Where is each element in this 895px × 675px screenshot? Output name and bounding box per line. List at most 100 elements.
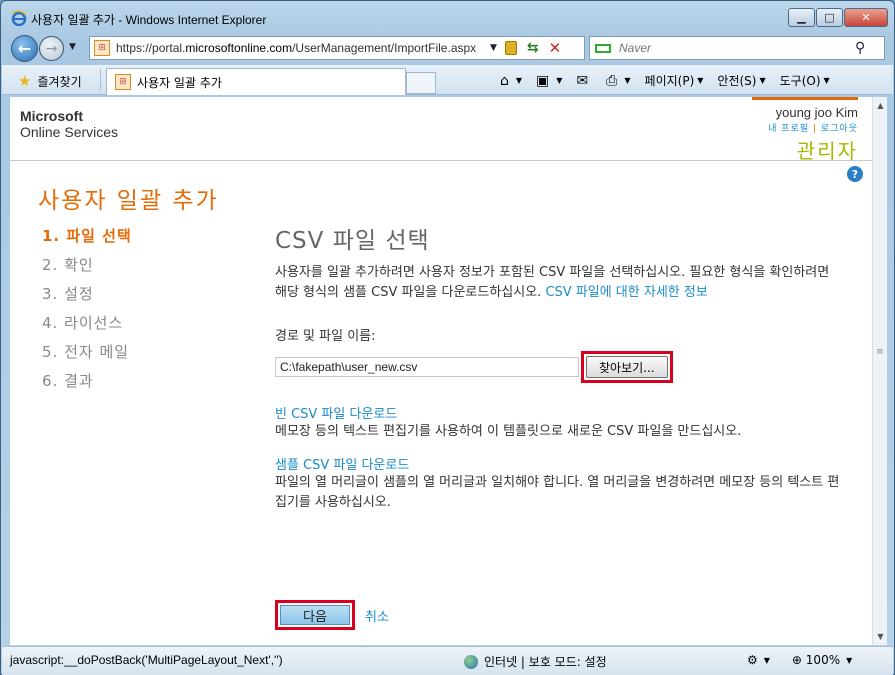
search-input[interactable] [619, 41, 849, 55]
address-dropdown[interactable]: ▼ [490, 43, 497, 53]
chevron-down-icon: ▼ [759, 76, 766, 85]
new-tab-button[interactable] [406, 72, 436, 94]
path-label: 경로 및 파일 이름: [275, 329, 376, 344]
stop-icon[interactable]: ✕ [549, 39, 562, 57]
rss-icon: ▣ [536, 72, 550, 89]
page-menu[interactable]: 페이지(P) ▼ [645, 72, 704, 89]
help-icon[interactable]: ? [847, 166, 863, 182]
scroll-up-icon[interactable]: ▲ [875, 101, 886, 110]
tools-menu[interactable]: 도구(O) ▼ [780, 72, 830, 89]
user-name: young joo Kim [775, 105, 858, 120]
address-bar[interactable]: ⊞ https://portal.microsoftonline.com/Use… [89, 36, 585, 60]
csv-info-link[interactable]: CSV 파일에 대한 자세한 정보 [545, 285, 707, 300]
ie-logo-icon [11, 10, 27, 26]
separator [100, 69, 101, 91]
status-text: javascript:__doPostBack('MultiPageLayout… [10, 653, 283, 667]
back-button[interactable]: ← [11, 35, 38, 62]
mail-button[interactable]: ✉ [576, 73, 592, 89]
close-icon: ✕ [861, 11, 871, 24]
printer-icon: ⎙ [606, 72, 618, 89]
zone-label: 인터넷 | 보호 모드: 설정 [484, 655, 607, 669]
page-content: Microsoft Online Services young joo Kim … [10, 97, 872, 645]
recent-pages-dropdown[interactable]: ▼ [69, 42, 76, 52]
minimize-icon: ▁ [797, 11, 806, 24]
mail-icon: ✉ [576, 72, 589, 89]
command-tools: ⌂ ▼ ▣ ▼ ✉ ⎙ ▼ 페이지(P) ▼ 안전(S) ▼ 도구(O) ▼ [500, 72, 844, 89]
user-links: 내 프로필 | 로그아웃 [768, 121, 858, 134]
blank-csv-description: 메모장 등의 텍스트 편집기를 사용하여 이 템플릿으로 새로운 CSV 파일을… [275, 424, 742, 439]
user-accent-bar [752, 97, 858, 100]
status-bar: javascript:__doPostBack('MultiPageLayout… [2, 646, 893, 675]
tab-active[interactable]: ⊞ 사용자 일괄 추가 [106, 68, 406, 95]
step-settings: 3. 설정 [42, 285, 94, 303]
chevron-down-icon: ▼ [515, 76, 523, 85]
close-window-button[interactable]: ✕ [844, 8, 888, 27]
chevron-down-icon: ▼ [624, 76, 631, 85]
chevron-down-icon: ▼ [823, 76, 830, 85]
settings-icon[interactable]: ⚙ [747, 653, 758, 667]
title-bar: 사용자 일괄 추가 - Windows Internet Explorer ▁ … [1, 1, 894, 33]
browse-button[interactable]: 찾아보기... [586, 356, 668, 378]
vertical-scrollbar[interactable]: ▲ ≡ ▼ [872, 97, 887, 645]
cancel-link[interactable]: 취소 [365, 606, 389, 625]
favorites-button[interactable]: ★ 즐겨찾기 [18, 72, 82, 90]
blank-csv-download-link[interactable]: 빈 CSV 파일 다운로드 [275, 403, 845, 422]
profile-link[interactable]: 내 프로필 [768, 124, 809, 134]
logo-line2: Online Services [20, 124, 119, 140]
file-path-input[interactable] [275, 357, 579, 377]
address-url[interactable]: https://portal.microsoftonline.com/UserM… [116, 41, 486, 55]
search-box: ⚲ [589, 36, 885, 60]
microsoft-online-logo[interactable]: Microsoft Online Services [20, 108, 118, 140]
window-title: 사용자 일괄 추가 - Windows Internet Explorer [31, 13, 267, 27]
chevron-down-icon: ▼ [697, 76, 704, 85]
sample-csv-download-link[interactable]: 샘플 CSV 파일 다운로드 [275, 454, 845, 473]
back-arrow-icon: ← [17, 39, 32, 58]
section-heading: CSV 파일 선택 [275, 228, 430, 254]
zoom-level[interactable]: ⊕ 100% [792, 653, 840, 667]
description: 사용자를 일괄 추가하려면 사용자 정보가 포함된 CSV 파일을 선택하십시오… [275, 263, 845, 303]
step-licenses: 4. 라이선스 [42, 314, 124, 332]
site-favicon-icon: ⊞ [94, 40, 110, 56]
chevron-down-icon[interactable]: ▼ [764, 656, 770, 665]
feeds-button[interactable]: ▣ ▼ [536, 73, 562, 89]
step-verify: 2. 확인 [42, 256, 94, 274]
user-panel: young joo Kim 내 프로필 | 로그아웃 관리자 [752, 97, 858, 164]
favorites-star-icon: ★ [18, 72, 32, 90]
globe-icon [464, 654, 478, 669]
maximize-icon: □ [824, 11, 835, 24]
scroll-down-icon[interactable]: ▼ [875, 632, 886, 641]
lock-icon[interactable] [504, 41, 517, 55]
window-controls: ▁ □ ✕ [787, 8, 888, 27]
browse-highlight: 찾아보기... [581, 351, 673, 383]
sample-csv-description: 파일의 열 머리글이 샘플의 열 머리글과 일치해야 합니다. 열 머리글을 변… [275, 475, 840, 510]
home-button[interactable]: ⌂ ▼ [500, 73, 522, 89]
favorites-label: 즐겨찾기 [37, 74, 82, 89]
navigation-bar: ← → ▼ ⊞ https://portal.microsoftonline.c… [1, 33, 894, 63]
step-results: 6. 결과 [42, 372, 94, 390]
scroll-grip-icon[interactable]: ≡ [876, 347, 885, 357]
safety-menu[interactable]: 안전(S) ▼ [717, 72, 765, 89]
command-bar: ★ 즐겨찾기 ⊞ 사용자 일괄 추가 ⌂ ▼ ▣ ▼ ✉ ⎙ ▼ 페이지(P) ▼ 안전… [2, 65, 893, 95]
minimize-button[interactable]: ▁ [788, 8, 815, 27]
next-button[interactable]: 다음 [280, 605, 350, 625]
wizard-steps: 1. 파일 선택 2. 확인 3. 설정 4. 라이선스 5. 전자 메일 6.… [42, 225, 132, 399]
step-email: 5. 전자 메일 [42, 343, 130, 361]
refresh-icon[interactable]: ⇆ [527, 40, 539, 56]
header-divider [10, 160, 872, 161]
next-highlight: 다음 [275, 600, 355, 630]
search-icon[interactable]: ⚲ [855, 40, 865, 56]
forward-arrow-icon: → [45, 40, 58, 57]
main-panel: CSV 파일 선택 사용자를 일괄 추가하려면 사용자 정보가 포함된 CSV … [275, 221, 845, 513]
wizard-buttons: 다음 취소 [275, 600, 389, 630]
logo-line1: Microsoft [20, 108, 83, 124]
maximize-button[interactable]: □ [816, 8, 843, 27]
chevron-down-icon[interactable]: ▼ [846, 656, 852, 665]
home-icon: ⌂ [500, 72, 509, 89]
forward-button[interactable]: → [39, 36, 64, 61]
step-file-select: 1. 파일 선택 [42, 227, 132, 245]
file-row: 찾아보기... [275, 351, 845, 383]
print-button[interactable]: ⎙ ▼ [606, 73, 630, 89]
logout-link[interactable]: 로그아웃 [821, 124, 858, 134]
link-separator: | [812, 124, 817, 134]
security-zone[interactable]: 인터넷 | 보호 모드: 설정 [464, 653, 607, 670]
